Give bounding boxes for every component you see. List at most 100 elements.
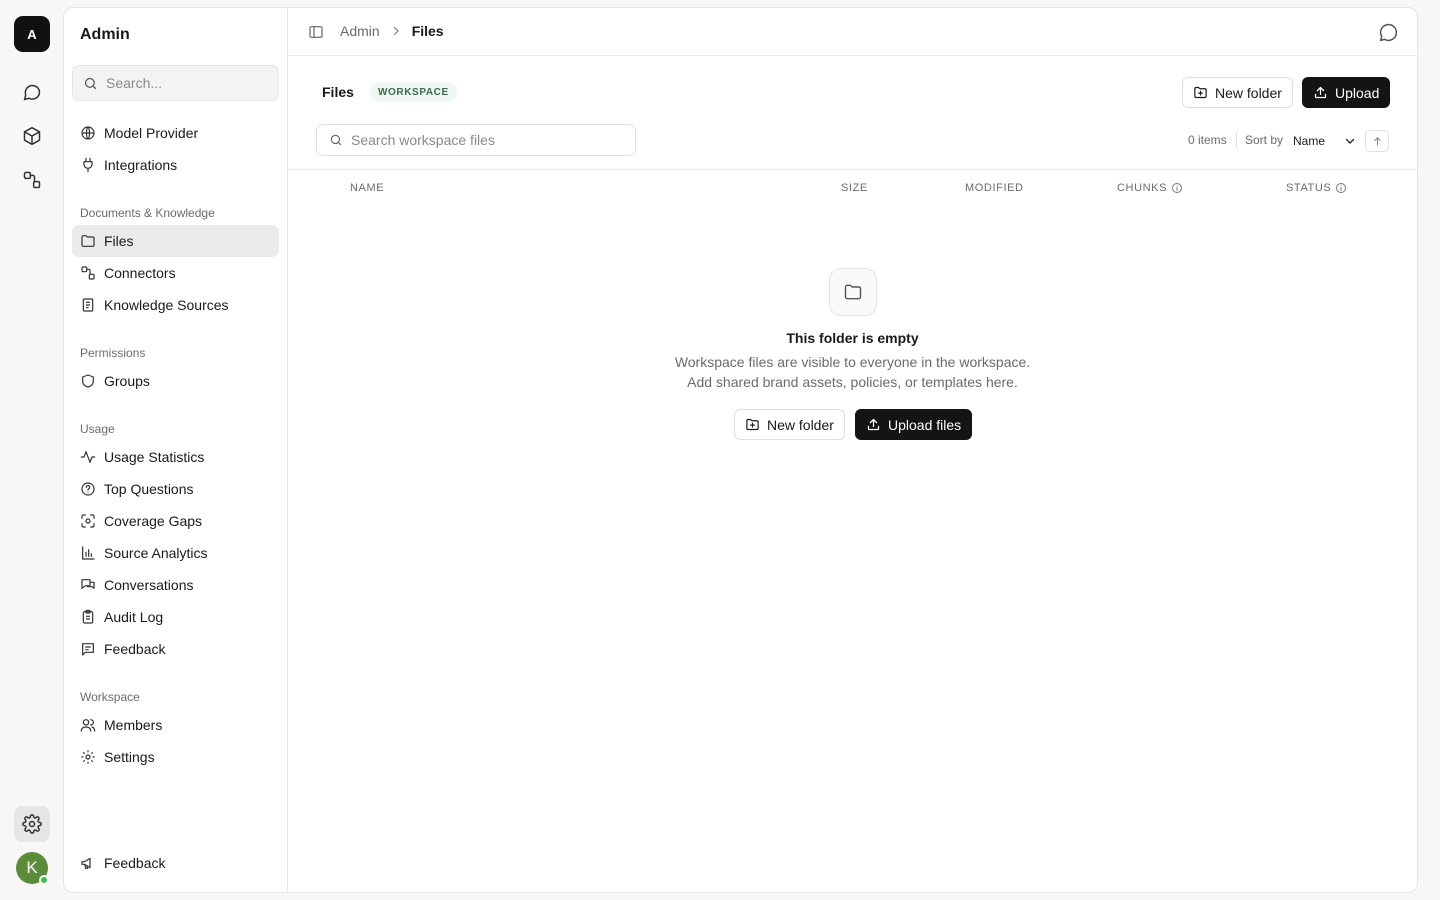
column-modified[interactable]: MODIFIED: [965, 182, 1024, 194]
files-table-header: NAME SIZE MODIFIED CHUNKS STATUS: [288, 169, 1417, 205]
scan-icon: [81, 514, 95, 528]
sidebar-item-label: Files: [104, 233, 134, 249]
upload-icon: [1314, 86, 1327, 99]
upload-label: Upload: [1335, 84, 1380, 101]
sidebar-item-files[interactable]: Files: [72, 225, 279, 257]
sidebar-item-usage-statistics[interactable]: Usage Statistics: [72, 441, 279, 473]
chevron-down-icon: [1345, 138, 1355, 144]
sidebar-title: Admin: [80, 26, 130, 43]
breadcrumb-admin[interactable]: Admin: [340, 23, 380, 39]
sidebar-item-label: Model Provider: [104, 125, 199, 141]
column-chunks[interactable]: CHUNKS: [1117, 182, 1183, 194]
new-folder-label: New folder: [1215, 84, 1282, 101]
plug-icon: [83, 157, 93, 173]
workspace-logo[interactable]: A: [14, 16, 50, 52]
cube-icon: [23, 126, 41, 146]
sidebar-item-label: Source Analytics: [104, 545, 208, 561]
sidebar-search-input[interactable]: [106, 75, 266, 91]
chat-nav-button[interactable]: [14, 74, 50, 110]
new-folder-button[interactable]: New folder: [1182, 77, 1293, 108]
sidebar-item-model-provider[interactable]: Model Provider: [72, 117, 279, 149]
workspace-search-input[interactable]: [351, 132, 621, 148]
empty-state-title: This folder is empty: [786, 330, 919, 346]
chat-bubbles-icon: [81, 579, 95, 589]
workflows-nav-button[interactable]: [14, 162, 50, 198]
sort-select[interactable]: Name: [1290, 130, 1358, 152]
sidebar-item-label: Usage Statistics: [104, 449, 205, 465]
sidebar-item-label: Groups: [104, 373, 150, 389]
scope-badge: WORKSPACE: [370, 82, 457, 102]
sidebar-item-integrations[interactable]: Integrations: [72, 149, 279, 181]
folder-icon: [844, 284, 862, 300]
sidebar-item-label: Coverage Gaps: [104, 513, 203, 529]
page-title: Files: [322, 84, 354, 100]
section-permissions: Permissions: [80, 346, 146, 360]
new-folder-label: New folder: [767, 416, 834, 433]
sidebar-item-label: Audit Log: [104, 609, 164, 625]
sidebar-item-label: Top Questions: [104, 481, 194, 497]
admin-sidebar: Admin Model Provider Integrations Docume…: [64, 8, 288, 892]
sidebar-item-groups[interactable]: Groups: [72, 365, 279, 397]
section-workspace: Workspace: [80, 690, 140, 704]
gear-icon: [81, 750, 95, 764]
sidebar-footer-feedback[interactable]: Feedback: [72, 847, 279, 879]
activity-icon: [80, 451, 96, 463]
info-icon[interactable]: [1335, 182, 1347, 194]
search-icon: [84, 77, 97, 89]
sidebar-item-conversations[interactable]: Conversations: [72, 569, 279, 601]
sidebar-item-coverage-gaps[interactable]: Coverage Gaps: [72, 505, 279, 537]
empty-state-folder: [829, 268, 877, 316]
empty-new-folder-button[interactable]: New folder: [734, 409, 845, 440]
sidebar-item-audit-log[interactable]: Audit Log: [72, 601, 279, 633]
sidebar-toggle-button[interactable]: [308, 24, 324, 40]
clipboard-icon: [82, 609, 94, 624]
sidebar-item-feedback[interactable]: Feedback: [72, 633, 279, 665]
sidebar-item-source-analytics[interactable]: Source Analytics: [72, 537, 279, 569]
sort-select-value: Name: [1293, 134, 1326, 148]
folder-icon: [81, 235, 95, 247]
column-name[interactable]: NAME: [350, 182, 384, 194]
chat-icon: [1379, 23, 1398, 42]
connectors-icon: [81, 266, 95, 280]
sort-by-label: Sort by: [1245, 133, 1284, 147]
upload-icon: [867, 418, 880, 431]
packages-nav-button[interactable]: [14, 118, 50, 154]
top-bar: Admin Files: [288, 8, 1417, 56]
shield-icon: [82, 374, 94, 388]
column-size[interactable]: SIZE: [841, 182, 868, 194]
bar-chart-icon: [82, 546, 95, 560]
upload-button[interactable]: Upload: [1302, 77, 1391, 108]
sidebar-item-label: Conversations: [104, 577, 194, 593]
sidebar-search[interactable]: [72, 65, 279, 101]
sidebar-item-settings[interactable]: Settings: [72, 741, 279, 773]
upload-files-button[interactable]: Upload files: [855, 409, 973, 440]
users-icon: [80, 719, 96, 732]
assistant-chat-button[interactable]: [1378, 22, 1399, 43]
sidebar-item-top-questions[interactable]: Top Questions: [72, 473, 279, 505]
online-status-dot: [39, 875, 49, 885]
sidebar-item-label: Members: [104, 717, 163, 733]
workspace-search[interactable]: [316, 124, 636, 156]
gear-icon: [22, 814, 42, 834]
breadcrumb: Admin Files: [340, 23, 444, 39]
globe-icon: [81, 126, 95, 140]
content-area: Admin Files Files WORKSPACE New folder U…: [288, 8, 1417, 892]
sidebar-item-label: Connectors: [104, 265, 176, 281]
question-icon: [81, 482, 95, 496]
panel-left-icon: [309, 26, 323, 38]
items-count: 0 items: [1188, 133, 1227, 147]
upload-files-label: Upload files: [888, 416, 962, 433]
section-documents-knowledge: Documents & Knowledge: [80, 206, 215, 220]
admin-settings-button[interactable]: [14, 806, 50, 842]
sidebar-item-connectors[interactable]: Connectors: [72, 257, 279, 289]
breadcrumb-current: Files: [411, 23, 444, 39]
sidebar-item-knowledge-sources[interactable]: Knowledge Sources: [72, 289, 279, 321]
megaphone-icon: [81, 857, 91, 869]
empty-state-description-line-1: Workspace files are visible to everyone …: [674, 354, 1031, 370]
message-square-icon: [82, 643, 94, 656]
info-icon[interactable]: [1171, 182, 1183, 194]
sort-direction-button[interactable]: [1365, 130, 1389, 152]
chevron-right-icon: [393, 26, 399, 36]
sidebar-item-members[interactable]: Members: [72, 709, 279, 741]
column-status[interactable]: STATUS: [1286, 182, 1347, 194]
